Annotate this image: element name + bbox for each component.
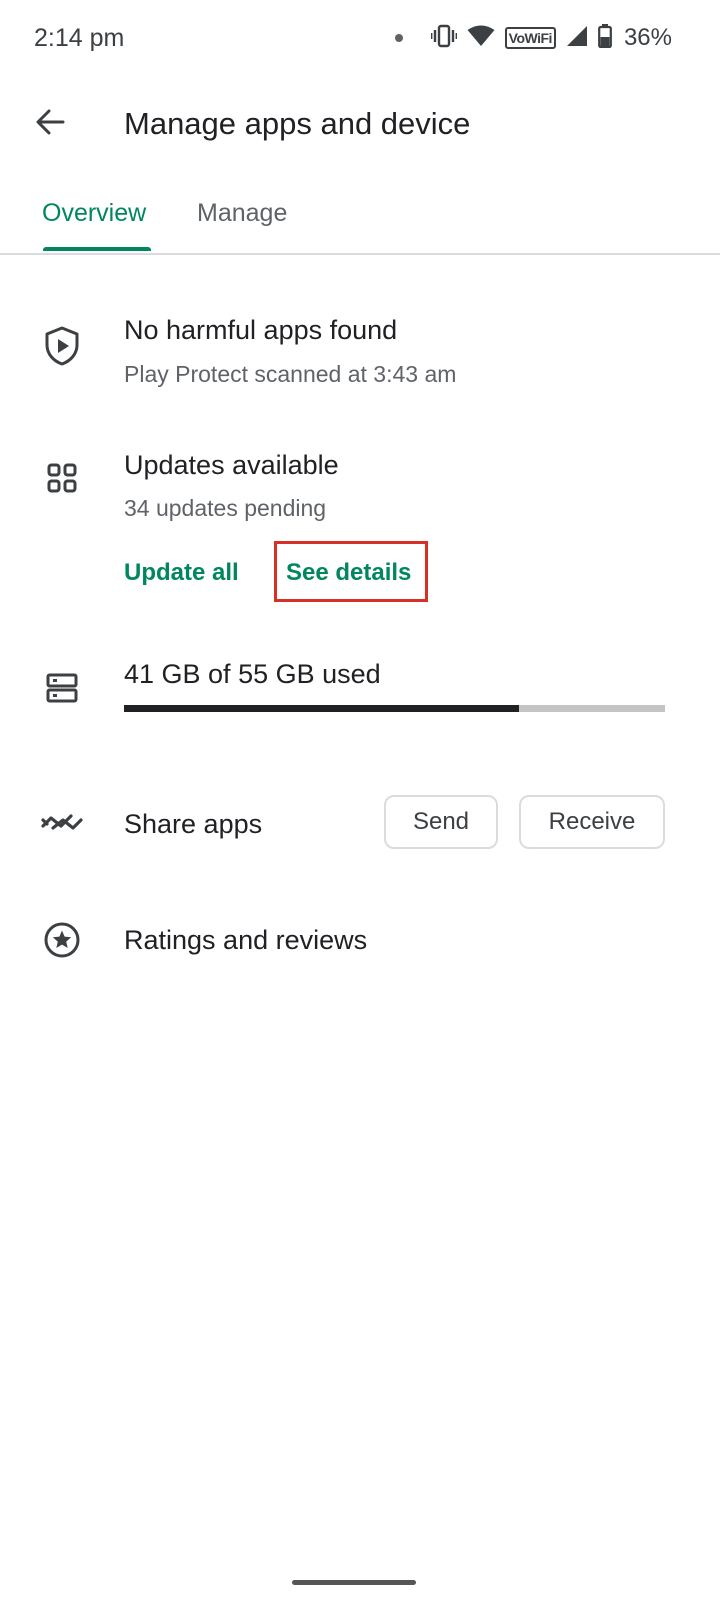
ratings-reviews-item[interactable]: Ratings and reviews	[124, 922, 367, 958]
shield-play-icon	[38, 322, 86, 370]
vibrate-icon	[430, 24, 458, 53]
notification-dot-icon	[394, 34, 403, 42]
back-button[interactable]	[28, 102, 72, 146]
storage-label: 41 GB of 55 GB used	[124, 659, 381, 689]
tab-overview[interactable]: Overview	[42, 196, 146, 230]
updates-subtitle: 34 updates pending	[124, 495, 327, 521]
apps-grid-icon	[38, 454, 86, 502]
update-all-button[interactable]: Update all	[124, 557, 239, 589]
arrow-back-icon	[34, 106, 66, 143]
storage-progress-bar	[124, 705, 665, 712]
vowifi-icon: VoWiFi	[504, 27, 556, 49]
star-circle-icon	[38, 916, 86, 964]
page-title: Manage apps and device	[124, 106, 471, 141]
gesture-nav-handle[interactable]	[292, 1580, 416, 1585]
tab-selected-indicator	[43, 247, 151, 251]
send-button[interactable]: Send	[384, 795, 498, 849]
share-apps-label: Share apps	[124, 809, 263, 839]
tab-divider	[0, 253, 720, 255]
battery-percent: 36%	[623, 24, 672, 51]
see-details-button[interactable]: See details	[286, 557, 411, 589]
status-time: 2:14 pm	[34, 24, 125, 52]
storage-progress-fill	[124, 705, 519, 712]
protect-title: No harmful apps found	[124, 315, 398, 345]
status-icons: VoWiFi 36%	[394, 22, 672, 54]
protect-subtitle: Play Protect scanned at 3:43 am	[124, 361, 457, 387]
tab-manage[interactable]: Manage	[197, 196, 287, 230]
battery-icon	[598, 23, 612, 53]
cell-signal-icon	[566, 25, 588, 52]
wifi-icon	[467, 25, 495, 52]
storage-icon	[38, 664, 86, 712]
updates-title: Updates available	[124, 450, 339, 480]
receive-button[interactable]: Receive	[519, 795, 665, 849]
share-apps-icon	[38, 798, 86, 846]
